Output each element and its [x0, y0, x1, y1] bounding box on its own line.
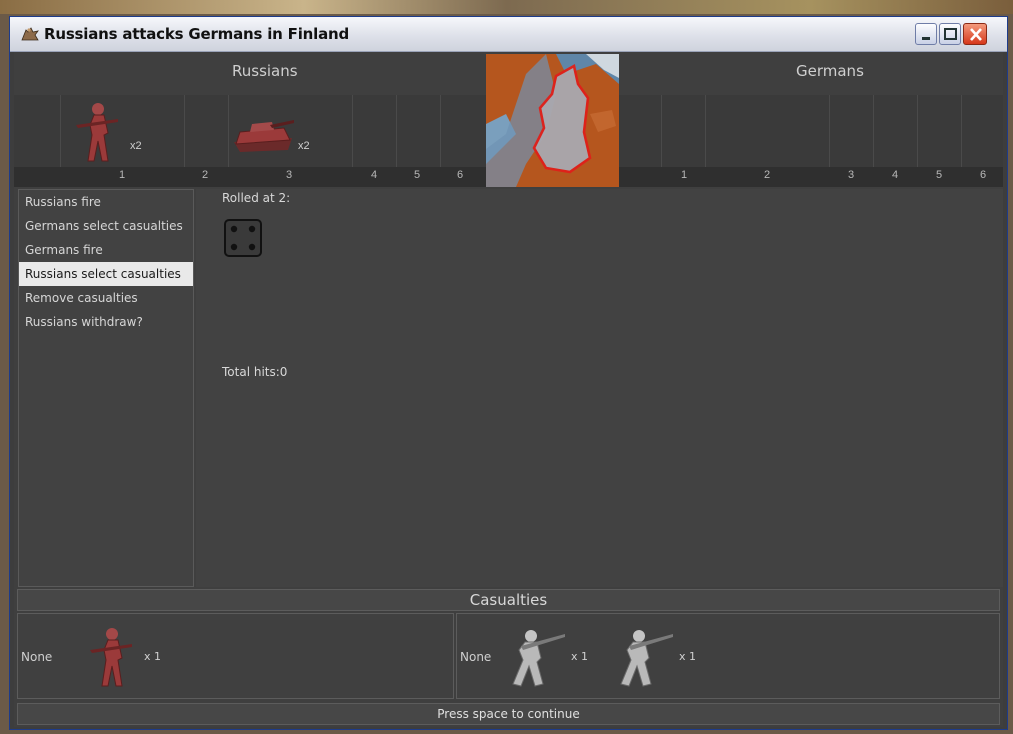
german-soldier-icon: [620, 630, 673, 687]
attacker-unit-count: x2: [130, 140, 142, 152]
rolled-label: Rolled at 2:: [222, 191, 291, 205]
battle-panel: Russians Germans x2 x2 1 2 3 4 5 6 1 2 3…: [14, 52, 1003, 727]
defender-column-number: 5: [936, 169, 943, 181]
attacker-column-number: 4: [371, 169, 378, 181]
window-title: Russians attacks Germans in Finland: [44, 25, 350, 43]
soldiers-icon: [21, 27, 39, 41]
total-hits: Total hits:0: [222, 365, 288, 379]
close-button[interactable]: [963, 23, 987, 45]
defender-column-number: 1: [681, 169, 688, 181]
close-icon: [970, 28, 982, 41]
roll-panel: Rolled at 2: Total hits:0: [196, 189, 1003, 587]
attacker-casualty-none: None: [21, 650, 53, 664]
title-bar[interactable]: Russians attacks Germans in Finland: [10, 17, 1007, 52]
battle-step[interactable]: Germans fire: [19, 238, 193, 262]
attacker-column-number: 6: [457, 169, 464, 181]
attacker-name: Russians: [232, 62, 298, 80]
defender-name: Germans: [796, 62, 864, 80]
defender-column-number: 4: [892, 169, 899, 181]
casualty-count: x 1: [144, 650, 162, 663]
finland-map-icon: [486, 54, 619, 187]
defender-casualty-none: None: [460, 650, 492, 664]
attacker-casualties-box: None x 1: [17, 613, 454, 699]
casualty-count: x 1: [571, 650, 589, 663]
soldier-icon: [90, 628, 132, 687]
maximize-icon: [944, 28, 957, 40]
battle-step[interactable]: Remove casualties: [19, 286, 193, 310]
defender-column-number: 6: [980, 169, 987, 181]
attacker-unit-count: x2: [298, 140, 310, 152]
defender-unit-strip: [619, 95, 1003, 167]
minimize-button[interactable]: [915, 23, 937, 45]
die-four-icon: [224, 219, 262, 257]
battle-step[interactable]: Russians fire: [19, 190, 193, 214]
battle-step-active[interactable]: Russians select casualties: [19, 262, 193, 286]
soldier-icon: [76, 103, 118, 162]
attacker-column-number: 1: [119, 169, 126, 181]
attacker-column-number: 2: [202, 169, 209, 181]
battle-step[interactable]: Germans select casualties: [19, 214, 193, 238]
battle-window: Russians attacks Germans in Finland Russ…: [9, 16, 1008, 730]
battle-steps-list: Russians fire Germans select casualties …: [18, 189, 194, 587]
tank-icon: [234, 120, 294, 152]
defender-column-number: 2: [764, 169, 771, 181]
defender-column-number: 3: [848, 169, 855, 181]
desktop-background: [0, 0, 1013, 14]
casualty-count: x 1: [679, 650, 697, 663]
battle-step[interactable]: Russians withdraw?: [19, 310, 193, 334]
casualties-title: Casualties: [17, 589, 1000, 611]
continue-prompt[interactable]: Press space to continue: [17, 703, 1000, 725]
german-soldier-icon: [512, 630, 565, 687]
attacker-column-number: 5: [414, 169, 421, 181]
defender-casualties-box: None x 1 x 1: [456, 613, 1000, 699]
maximize-button[interactable]: [939, 23, 961, 45]
attacker-column-number: 3: [286, 169, 293, 181]
minimize-icon: [922, 37, 930, 40]
